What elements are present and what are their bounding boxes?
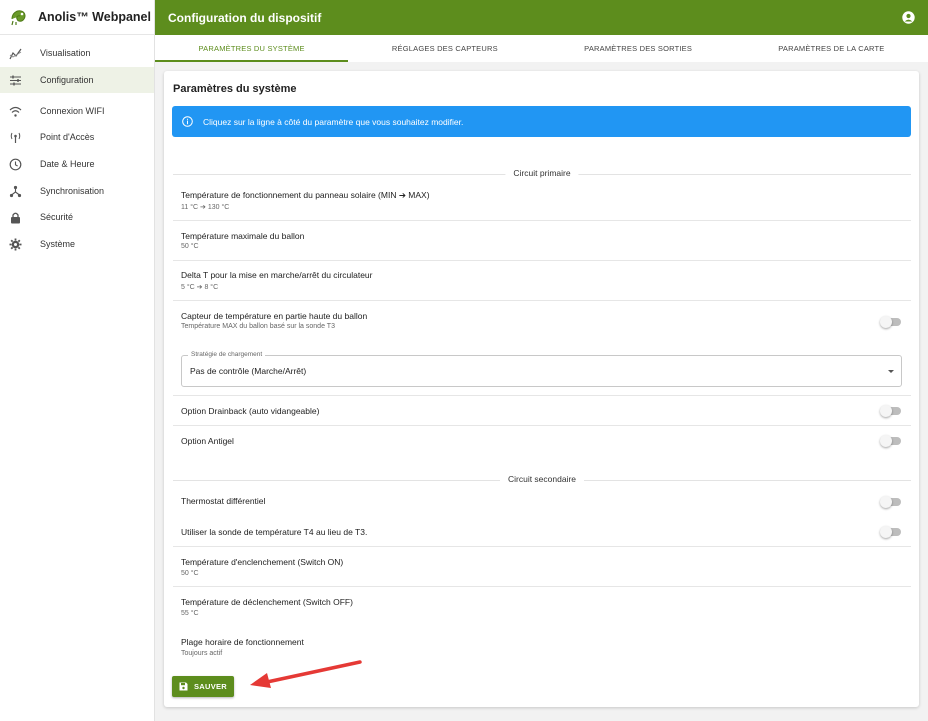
- lock-icon: [9, 211, 22, 224]
- param-value: 55 °C: [181, 610, 199, 617]
- sidebar-item-label: Système: [40, 239, 76, 249]
- sidebar-item-label: Visualisation: [40, 48, 91, 58]
- dropdown-caret-icon: [888, 370, 894, 373]
- top-app-bar: Configuration du dispositif: [155, 0, 928, 35]
- param-label: Capteur de température en partie haute d…: [181, 311, 368, 321]
- param-label: Option Drainback (auto vidangeable): [181, 406, 320, 416]
- sidebar-item-security[interactable]: Sécurité: [0, 204, 154, 230]
- param-value: Toujours actif: [181, 650, 223, 657]
- param-row-use-t4[interactable]: Utiliser la sonde de température T4 au l…: [173, 517, 911, 547]
- account-icon[interactable]: [902, 11, 915, 24]
- param-label: Plage horaire de fonctionnement: [181, 637, 304, 647]
- loading-strategy-select[interactable]: Stratégie de chargement Pas de contrôle …: [181, 351, 902, 387]
- top-sensor-toggle[interactable]: [880, 316, 901, 328]
- param-row-diff-thermostat[interactable]: Thermostat différentiel: [173, 487, 911, 517]
- sidebar-item-label: Synchronisation: [40, 186, 105, 196]
- param-value: 11 °C ➔ 130 °C: [181, 204, 230, 211]
- sidebar: Anolis™ Webpanel Visualisation Configura…: [0, 0, 155, 721]
- param-label: Température de déclenchement (Switch OFF…: [181, 597, 353, 607]
- chart-icon: [9, 47, 22, 60]
- diff-thermostat-toggle[interactable]: [880, 496, 901, 508]
- select-value: Pas de contrôle (Marche/Arrêt): [190, 366, 307, 376]
- tab-board-settings[interactable]: Paramètres de la carte: [735, 35, 928, 62]
- param-label: Température d'enclenchement (Switch ON): [181, 557, 344, 567]
- save-label: SAUVER: [193, 682, 228, 691]
- sliders-icon: [9, 74, 22, 87]
- param-row-switch-off[interactable]: Température de déclenchement (Switch OFF…: [173, 587, 911, 627]
- param-value: 50 °C: [181, 243, 199, 250]
- annotation-arrow-icon: [250, 660, 362, 688]
- sidebar-item-label: Point d'Accès: [40, 132, 95, 142]
- floppy-disk-icon: [179, 682, 188, 691]
- tab-system-settings[interactable]: Paramètres du système: [155, 35, 349, 62]
- wifi-icon: [9, 105, 22, 118]
- sidebar-item-access-point[interactable]: Point d'Accès: [0, 124, 154, 150]
- param-row-top-sensor[interactable]: Capteur de température en partie haute d…: [173, 301, 911, 343]
- sidebar-item-system[interactable]: Système: [0, 231, 154, 257]
- antenna-icon: [9, 131, 22, 144]
- param-label: Température maximale du ballon: [181, 231, 305, 241]
- settings-card: Paramètres du système Cliquez sur la lig…: [164, 71, 919, 707]
- tabs: Paramètres du système Réglages des capte…: [155, 35, 928, 62]
- param-value: Température MAX du ballon basé sur la so…: [181, 323, 335, 330]
- param-row-solar-temp[interactable]: Température de fonctionnement du panneau…: [173, 181, 911, 221]
- select-legend: Stratégie de chargement: [188, 351, 266, 358]
- sidebar-item-label: Sécurité: [40, 212, 74, 222]
- clock-icon: [9, 158, 22, 171]
- sidebar-item-configuration[interactable]: Configuration: [0, 67, 154, 93]
- param-row-switch-on[interactable]: Température d'enclenchement (Switch ON) …: [173, 547, 911, 587]
- tab-sensor-settings[interactable]: Réglages des capteurs: [348, 35, 541, 62]
- info-alert: Cliquez sur la ligne à côté du paramètre…: [172, 106, 911, 137]
- brand: Anolis™ Webpanel: [0, 0, 154, 35]
- param-row-drainback[interactable]: Option Drainback (auto vidangeable): [173, 395, 911, 426]
- param-label: Température de fonctionnement du panneau…: [181, 190, 430, 200]
- info-text: Cliquez sur la ligne à côté du paramètre…: [203, 116, 464, 127]
- page-title: Configuration du dispositif: [168, 10, 322, 25]
- sidebar-item-date-time[interactable]: Date & Heure: [0, 151, 154, 177]
- param-label: Utiliser la sonde de température T4 au l…: [181, 527, 368, 537]
- use-t4-toggle[interactable]: [880, 526, 901, 538]
- param-label: Option Antigel: [181, 436, 234, 446]
- sidebar-item-synchronisation[interactable]: Synchronisation: [0, 178, 154, 204]
- info-icon: [182, 116, 193, 127]
- param-row-antifreeze[interactable]: Option Antigel: [173, 426, 911, 456]
- tab-output-settings[interactable]: Paramètres des sorties: [542, 35, 735, 62]
- sidebar-item-label: Connexion WIFI: [40, 106, 105, 116]
- gear-icon: [9, 238, 22, 251]
- param-value: 5 °C ➔ 8 °C: [181, 284, 219, 291]
- drainback-toggle[interactable]: [880, 405, 901, 417]
- section-label-primary: Circuit primaire: [505, 168, 579, 178]
- card-title: Paramètres du système: [173, 83, 297, 95]
- param-label: Delta T pour la mise en marche/arrêt du …: [181, 270, 373, 280]
- share-icon: [9, 185, 22, 198]
- param-row-delta-t[interactable]: Delta T pour la mise en marche/arrêt du …: [173, 261, 911, 301]
- param-row-tank-max[interactable]: Température maximale du ballon 50 °C: [173, 221, 911, 261]
- sidebar-item-label: Date & Heure: [40, 159, 95, 169]
- section-label-secondary: Circuit secondaire: [499, 474, 585, 484]
- app-name: Anolis™ Webpanel: [38, 10, 151, 24]
- param-value: 50 °C: [181, 570, 199, 577]
- save-button[interactable]: SAUVER: [172, 676, 234, 697]
- antifreeze-toggle[interactable]: [880, 435, 901, 447]
- sidebar-item-visualisation[interactable]: Visualisation: [0, 40, 154, 66]
- sidebar-item-label: Configuration: [40, 75, 94, 85]
- param-label: Thermostat différentiel: [181, 496, 266, 506]
- chameleon-logo-icon: [11, 10, 26, 26]
- sidebar-item-wifi[interactable]: Connexion WIFI: [0, 98, 154, 124]
